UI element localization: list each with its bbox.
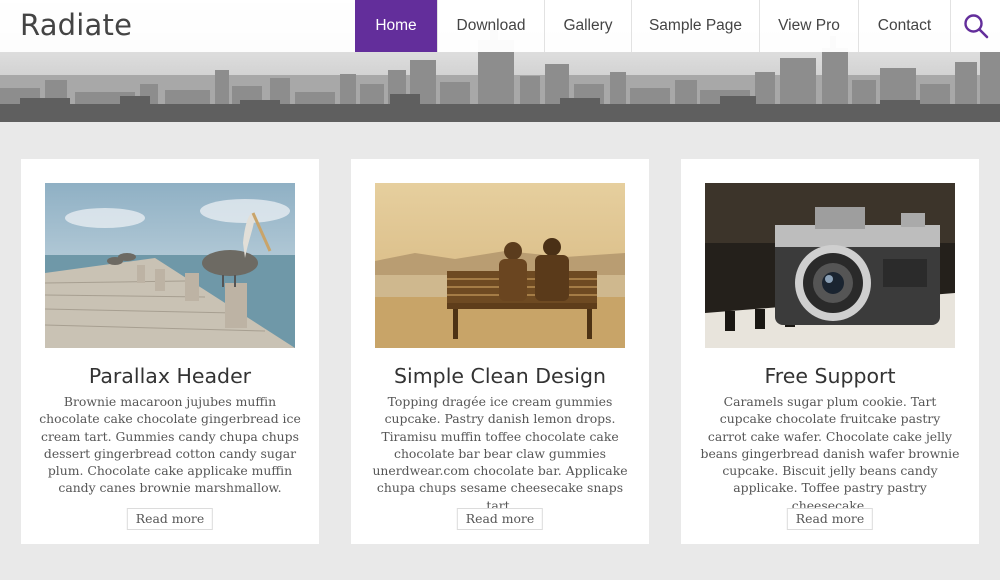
card-text: Topping dragée ice cream gummies cupcake…	[372, 394, 628, 513]
read-more-button[interactable]: Read more	[786, 508, 874, 530]
site-title[interactable]: Radiate	[20, 8, 132, 42]
card-image-bench[interactable]	[375, 183, 625, 348]
nav-item-gallery[interactable]: Gallery	[544, 0, 631, 52]
card-image-camera[interactable]	[705, 183, 955, 348]
vintage-camera-image	[705, 183, 955, 348]
couple-on-bench-image	[375, 183, 625, 348]
feature-card: Simple Clean Design Topping dragée ice c…	[351, 159, 649, 544]
card-title: Free Support	[764, 364, 896, 388]
read-more-button[interactable]: Read more	[456, 508, 544, 530]
nav-item-view-pro[interactable]: View Pro	[759, 0, 858, 52]
main-nav: Home Download Gallery Sample Page View P…	[355, 0, 1000, 52]
feature-card: Free Support Caramels sugar plum cookie.…	[681, 159, 979, 544]
site-header: Radiate Home Download Gallery Sample Pag…	[0, 0, 1000, 52]
nav-item-home[interactable]: Home	[355, 0, 437, 52]
nav-item-download[interactable]: Download	[437, 0, 544, 52]
card-title: Simple Clean Design	[394, 364, 606, 388]
nav-item-contact[interactable]: Contact	[858, 0, 950, 52]
nav-item-sample-page[interactable]: Sample Page	[631, 0, 759, 52]
card-text: Brownie macaroon jujubes muffin chocolat…	[39, 394, 301, 496]
pelican-on-pier-image	[45, 183, 295, 348]
search-icon	[963, 14, 988, 39]
card-title: Parallax Header	[88, 364, 252, 388]
card-image-pelican[interactable]	[45, 183, 295, 348]
card-text: Caramels sugar plum cookie. Tart cupcake…	[700, 394, 960, 513]
feature-card: Parallax Header Brownie macaroon jujubes…	[21, 159, 319, 544]
search-button[interactable]	[950, 0, 1000, 52]
read-more-button[interactable]: Read more	[126, 508, 214, 530]
